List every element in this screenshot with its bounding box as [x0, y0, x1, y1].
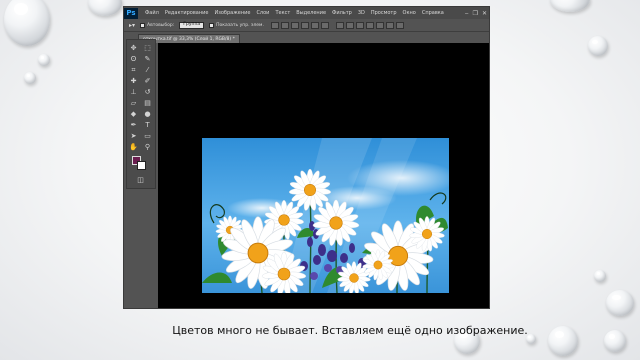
tools-panel: ✥ ⬚ ʘ ✎ ⌗ ⁄ ✚ ✐ ⊥ ↺ ▱ ▤ ◆ ● ✒ T ➤ ▭ ✋ ⚲ … — [126, 39, 156, 189]
menu-bar: Ps Файл Редактирование Изображение Слои … — [124, 7, 489, 19]
show-transform-label: Показать упр. элем. — [216, 22, 264, 28]
slide-caption: Цветов много не бывает. Вставляем ещё од… — [172, 324, 528, 337]
window-controls: ‒ ❐ ✕ — [465, 7, 487, 19]
autoselect-label: Автовыбор: — [147, 22, 175, 28]
daisy-image[interactable] — [202, 138, 449, 293]
move-tool-preset-icon[interactable]: ▸▾ — [129, 22, 135, 29]
quick-select-tool-icon[interactable]: ✎ — [143, 55, 152, 64]
menu-type[interactable]: Текст — [272, 10, 293, 16]
eyedropper-tool-icon[interactable]: ⁄ — [143, 66, 152, 75]
type-tool-icon[interactable]: T — [143, 121, 152, 130]
water-drop — [588, 36, 608, 56]
photoshop-logo: Ps — [124, 7, 138, 19]
menu-help[interactable]: Справка — [419, 10, 447, 16]
hand-tool-icon[interactable]: ✋ — [129, 143, 138, 152]
photoshop-window: Ps Файл Редактирование Изображение Слои … — [123, 6, 490, 309]
daisy-picture — [202, 138, 449, 293]
water-drop — [38, 54, 50, 66]
water-drop — [4, 0, 50, 46]
zoom-tool-icon[interactable]: ⚲ — [143, 143, 152, 152]
water-drop — [24, 72, 36, 84]
water-drop — [88, 0, 122, 16]
path-selection-tool-icon[interactable]: ➤ — [129, 132, 138, 141]
menu-3d[interactable]: 3D — [355, 10, 368, 16]
menu-filter[interactable]: Фильтр — [329, 10, 355, 16]
dodge-tool-icon[interactable]: ● — [143, 110, 152, 119]
water-drop — [606, 290, 634, 316]
distribute-middle-icon[interactable] — [345, 21, 354, 29]
quick-mask-icon[interactable]: ◫ — [136, 176, 145, 185]
move-tool-icon[interactable]: ✥ — [129, 44, 138, 53]
clone-stamp-tool-icon[interactable]: ⊥ — [129, 88, 138, 97]
align-middle-icon[interactable] — [280, 21, 289, 29]
gradient-tool-icon[interactable]: ▤ — [143, 99, 152, 108]
menu-layer[interactable]: Слои — [253, 10, 272, 16]
menu-edit[interactable]: Редактирование — [162, 10, 212, 16]
align-center-icon[interactable] — [310, 21, 319, 29]
water-drop — [550, 0, 590, 12]
show-transform-checkbox[interactable] — [209, 22, 215, 28]
canvas-area[interactable] — [158, 43, 489, 308]
options-bar: ▸▾ Автовыбор: Группа Показать упр. элем. — [124, 19, 489, 32]
pen-tool-icon[interactable]: ✒ — [129, 121, 138, 130]
water-drop — [594, 270, 606, 282]
distribute-bottom-icon[interactable] — [355, 21, 364, 29]
background-color-swatch[interactable] — [137, 161, 146, 170]
lasso-tool-icon[interactable]: ʘ — [129, 55, 138, 64]
history-brush-tool-icon[interactable]: ↺ — [143, 88, 152, 97]
autoselect-checkbox[interactable] — [140, 22, 146, 28]
marquee-tool-icon[interactable]: ⬚ — [143, 44, 152, 53]
distribute-buttons — [334, 21, 404, 29]
menu-image[interactable]: Изображение — [211, 10, 253, 16]
brush-tool-icon[interactable]: ✐ — [143, 77, 152, 86]
menu-file[interactable]: Файл — [142, 10, 162, 16]
menu-view[interactable]: Просмотр — [368, 10, 400, 16]
healing-brush-tool-icon[interactable]: ✚ — [129, 77, 138, 86]
align-bottom-icon[interactable] — [290, 21, 299, 29]
eraser-tool-icon[interactable]: ▱ — [129, 99, 138, 108]
rectangle-tool-icon[interactable]: ▭ — [143, 132, 152, 141]
distribute-left-icon[interactable] — [365, 21, 374, 29]
distribute-center-icon[interactable] — [375, 21, 384, 29]
align-right-icon[interactable] — [320, 21, 329, 29]
menu-select[interactable]: Выделение — [293, 10, 329, 16]
distribute-right-icon[interactable] — [385, 21, 394, 29]
close-icon[interactable]: ✕ — [482, 10, 487, 17]
align-top-icon[interactable] — [270, 21, 279, 29]
blur-tool-icon[interactable]: ◆ — [129, 110, 138, 119]
restore-icon[interactable]: ❐ — [473, 10, 478, 17]
align-left-icon[interactable] — [300, 21, 309, 29]
menu-window[interactable]: Окно — [400, 10, 419, 16]
minimize-icon[interactable]: ‒ — [465, 10, 469, 17]
align-buttons — [269, 21, 329, 29]
autoselect-dropdown[interactable]: Группа — [179, 21, 205, 29]
crop-tool-icon[interactable]: ⌗ — [129, 66, 138, 75]
distribute-top-icon[interactable] — [335, 21, 344, 29]
auto-align-icon[interactable] — [395, 21, 404, 29]
